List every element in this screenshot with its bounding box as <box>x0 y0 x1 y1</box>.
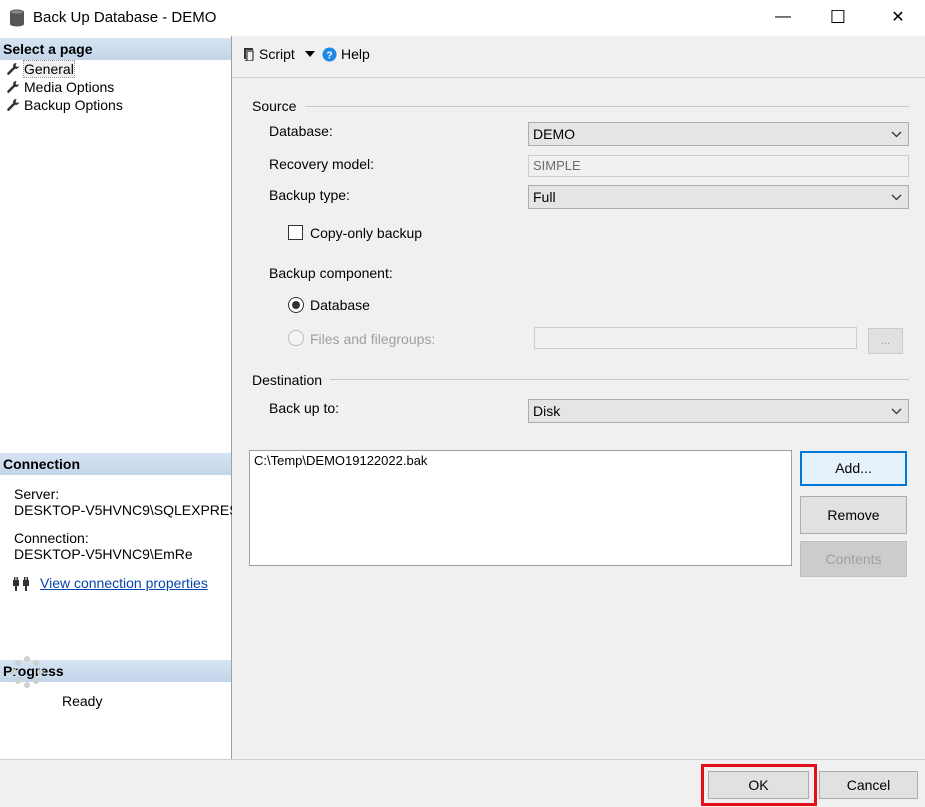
maximize-icon: ☐ <box>829 6 847 27</box>
left-pane: Select a page General Media Options Back… <box>0 36 232 759</box>
maximize-button[interactable]: ☐ <box>815 0 861 34</box>
minimize-button[interactable]: — <box>760 0 806 34</box>
window-title: Back Up Database - DEMO <box>33 9 217 26</box>
back-up-to-select-value: Disk <box>533 403 561 419</box>
backup-type-select[interactable]: Full <box>528 185 909 209</box>
backup-type-label: Backup type: <box>269 187 350 203</box>
component-files-label: Files and filegroups: <box>310 331 436 347</box>
component-files-radio[interactable] <box>288 330 304 346</box>
copy-only-checkbox[interactable] <box>288 225 303 240</box>
wrench-icon <box>7 63 19 75</box>
database-label: Database: <box>269 123 333 139</box>
chevron-down-icon <box>891 408 902 415</box>
connection-label: Connection: <box>14 530 89 546</box>
filegroups-browse-button: ... <box>868 328 903 354</box>
cancel-button[interactable]: Cancel <box>819 771 918 799</box>
server-value: DESKTOP-V5HVNC9\SQLEXPRESS <box>14 502 232 518</box>
destination-divider <box>330 379 909 380</box>
backup-component-label: Backup component: <box>269 265 393 281</box>
select-page-header: Select a page <box>0 38 231 60</box>
page-item-media-options[interactable]: Media Options <box>6 78 114 96</box>
plug-icon <box>13 577 29 591</box>
title-bar: Back Up Database - DEMO — ☐ ✕ <box>0 0 925 36</box>
remove-button[interactable]: Remove <box>800 496 907 534</box>
filegroups-field <box>534 327 857 349</box>
progress-spinner-icon <box>11 656 43 688</box>
right-pane: Script ? Help Source Database: DEMO Reco… <box>232 36 925 759</box>
minimize-icon: — <box>775 8 791 25</box>
copy-only-label: Copy-only backup <box>310 225 423 241</box>
script-icon <box>244 48 254 61</box>
svg-text:?: ? <box>326 50 332 61</box>
close-button[interactable]: ✕ <box>875 0 921 34</box>
script-label: Script <box>259 46 295 62</box>
backup-destination-list[interactable]: C:\Temp\DEMO19122022.bak <box>249 450 792 566</box>
database-icon <box>10 9 24 27</box>
chevron-down-icon <box>891 131 902 138</box>
view-connection-properties-link[interactable]: View connection properties <box>40 575 225 591</box>
page-item-backup-options[interactable]: Backup Options <box>6 96 123 114</box>
script-button[interactable]: Script <box>241 45 315 63</box>
ok-button-highlight <box>701 764 817 806</box>
close-icon: ✕ <box>891 9 905 26</box>
destination-group-label: Destination <box>252 372 323 388</box>
dropdown-arrow-icon[interactable] <box>304 50 315 58</box>
page-item-label: Backup Options <box>24 97 123 113</box>
help-label: Help <box>341 46 370 62</box>
backup-type-select-value: Full <box>533 189 556 205</box>
back-up-to-select[interactable]: Disk <box>528 399 909 423</box>
wrench-icon <box>7 81 19 93</box>
source-group-label: Source <box>252 98 297 114</box>
page-item-label: General <box>23 60 75 78</box>
add-button[interactable]: Add... <box>800 451 907 486</box>
database-select[interactable]: DEMO <box>528 122 909 146</box>
recovery-model-label: Recovery model: <box>269 156 375 172</box>
chevron-down-icon <box>891 194 902 201</box>
source-divider <box>305 106 909 107</box>
help-button[interactable]: ? Help <box>322 45 370 63</box>
back-up-to-label: Back up to: <box>269 400 340 416</box>
page-item-general[interactable]: General <box>6 60 75 78</box>
contents-button: Contents <box>800 541 907 577</box>
connection-header: Connection <box>0 453 231 475</box>
database-select-value: DEMO <box>533 126 575 142</box>
component-database-radio[interactable] <box>288 297 304 313</box>
list-item[interactable]: C:\Temp\DEMO19122022.bak <box>254 453 787 468</box>
toolbar: Script ? Help <box>232 36 925 78</box>
recovery-model-field: SIMPLE <box>528 155 909 177</box>
wrench-icon <box>7 99 19 111</box>
help-icon: ? <box>322 46 337 62</box>
page-item-label: Media Options <box>24 79 115 95</box>
server-label: Server: <box>14 486 60 502</box>
connection-value: DESKTOP-V5HVNC9\EmRe <box>14 546 193 562</box>
component-database-label: Database <box>310 297 370 313</box>
